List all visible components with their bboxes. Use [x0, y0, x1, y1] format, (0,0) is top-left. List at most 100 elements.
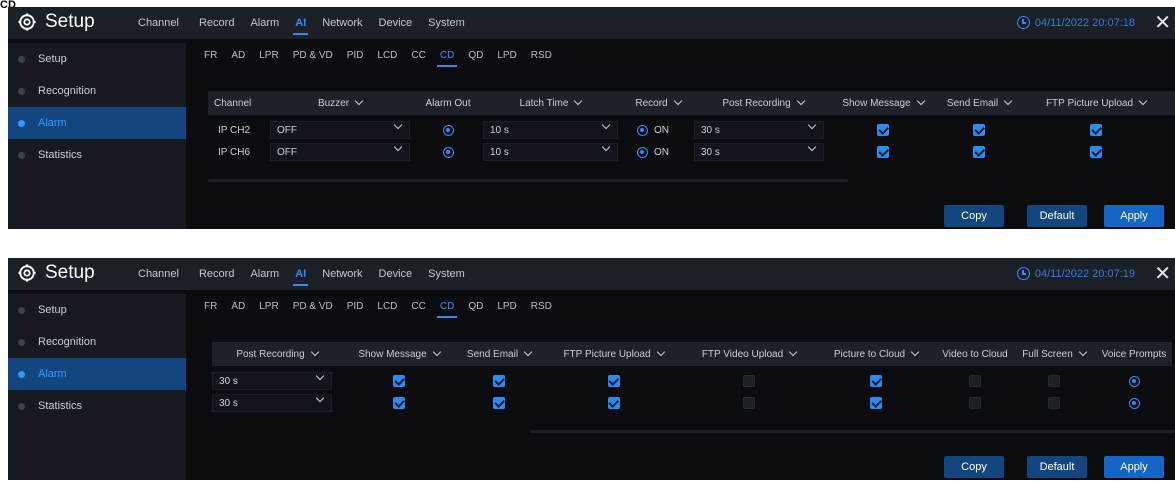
- nav-channel[interactable]: Channel: [138, 7, 179, 39]
- sidebar-item-recognition[interactable]: Recognition: [8, 326, 186, 358]
- col-buzzer[interactable]: Buzzer: [270, 91, 410, 115]
- tab-lpr[interactable]: LPR: [259, 43, 278, 69]
- ftp-picture-cell[interactable]: [546, 370, 681, 392]
- tab-cc[interactable]: CC: [411, 43, 425, 69]
- radio-icon[interactable]: [442, 124, 454, 136]
- checkbox-icon[interactable]: [870, 397, 882, 409]
- alarm-out-cell[interactable]: [418, 141, 478, 163]
- show-message-cell[interactable]: [833, 141, 933, 163]
- col-post-recording[interactable]: Post Recording: [698, 91, 828, 115]
- tab-pd-vd[interactable]: PD & VD: [293, 294, 333, 320]
- col-latch-time[interactable]: Latch Time: [483, 91, 618, 115]
- video-cloud-cell[interactable]: [938, 392, 1012, 414]
- nav-channel[interactable]: Channel: [138, 258, 179, 290]
- tab-cc[interactable]: CC: [411, 294, 425, 320]
- horizontal-scrollbar[interactable]: [208, 179, 848, 182]
- picture-cloud-cell[interactable]: [817, 392, 935, 414]
- sidebar-item-setup[interactable]: Setup: [8, 294, 186, 326]
- checkbox-icon[interactable]: [877, 124, 889, 136]
- send-email-cell[interactable]: [456, 392, 542, 414]
- tab-qd[interactable]: QD: [468, 294, 483, 320]
- radio-icon[interactable]: [1128, 375, 1140, 387]
- tab-rsd[interactable]: RSD: [531, 294, 552, 320]
- checkbox-icon[interactable]: [493, 397, 505, 409]
- ftp-picture-cell[interactable]: [546, 392, 681, 414]
- record-cell[interactable]: ON: [623, 141, 683, 163]
- buzzer-select[interactable]: OFF: [270, 120, 410, 139]
- send-email-cell[interactable]: [456, 370, 542, 392]
- tab-pid[interactable]: PID: [347, 294, 364, 320]
- radio-icon[interactable]: [637, 146, 648, 158]
- checkbox-icon[interactable]: [1090, 146, 1102, 158]
- nav-ai[interactable]: AI: [293, 258, 309, 290]
- ftp-picture-cell[interactable]: [1026, 119, 1166, 141]
- tab-pd-vd[interactable]: PD & VD: [293, 43, 333, 69]
- post-recording-select[interactable]: 30 s: [694, 120, 824, 139]
- col-show-message[interactable]: Show Message: [347, 342, 451, 366]
- tab-lcd[interactable]: LCD: [377, 43, 397, 69]
- send-email-cell[interactable]: [936, 119, 1022, 141]
- show-message-cell[interactable]: [347, 370, 451, 392]
- sidebar-item-alarm[interactable]: Alarm: [8, 107, 186, 139]
- sidebar-item-alarm[interactable]: Alarm: [8, 358, 186, 390]
- tab-fr[interactable]: FR: [204, 43, 217, 69]
- send-email-cell[interactable]: [936, 141, 1022, 163]
- radio-icon[interactable]: [1128, 397, 1140, 409]
- checkbox-icon[interactable]: [973, 146, 985, 158]
- buzzer-select[interactable]: OFF: [270, 142, 410, 161]
- alarm-out-cell[interactable]: [418, 119, 478, 141]
- checkbox-icon[interactable]: [877, 146, 889, 158]
- tab-lpr[interactable]: LPR: [259, 294, 278, 320]
- copy-button[interactable]: Copy: [944, 205, 1004, 227]
- checkbox-icon[interactable]: [1048, 375, 1060, 387]
- record-cell[interactable]: ON: [623, 119, 683, 141]
- checkbox-icon[interactable]: [393, 375, 405, 387]
- radio-icon[interactable]: [442, 146, 454, 158]
- close-icon[interactable]: ✕: [1154, 10, 1171, 35]
- tab-lpd[interactable]: LPD: [497, 43, 516, 69]
- nav-network[interactable]: Network: [322, 258, 362, 290]
- col-picture-to-cloud[interactable]: Picture to Cloud: [817, 342, 935, 366]
- picture-cloud-cell[interactable]: [817, 370, 935, 392]
- sidebar-item-setup[interactable]: Setup: [8, 43, 186, 75]
- post-recording-select[interactable]: 30 s: [212, 371, 332, 390]
- nav-system[interactable]: System: [428, 7, 465, 39]
- video-cloud-cell[interactable]: [938, 370, 1012, 392]
- copy-button[interactable]: Copy: [944, 456, 1004, 478]
- voice-prompts-cell[interactable]: [1096, 370, 1172, 392]
- show-message-cell[interactable]: [347, 392, 451, 414]
- checkbox-icon[interactable]: [969, 397, 981, 409]
- checkbox-icon[interactable]: [743, 375, 755, 387]
- checkbox-icon[interactable]: [393, 397, 405, 409]
- post-recording-select[interactable]: 30 s: [212, 393, 332, 412]
- checkbox-icon[interactable]: [607, 397, 620, 409]
- default-button[interactable]: Default: [1027, 205, 1087, 227]
- full-screen-cell[interactable]: [1014, 370, 1094, 392]
- checkbox-icon[interactable]: [493, 375, 505, 387]
- post-recording-select[interactable]: 30 s: [694, 142, 824, 161]
- radio-icon[interactable]: [637, 124, 648, 136]
- col-post-recording[interactable]: Post Recording: [212, 342, 342, 366]
- nav-alarm[interactable]: Alarm: [250, 258, 279, 290]
- tab-fr[interactable]: FR: [204, 294, 217, 320]
- tab-lcd[interactable]: LCD: [377, 294, 397, 320]
- tab-ad[interactable]: AD: [231, 43, 245, 69]
- nav-ai[interactable]: AI: [293, 7, 309, 39]
- tab-lpd[interactable]: LPD: [497, 294, 516, 320]
- ftp-video-cell[interactable]: [686, 370, 812, 392]
- ftp-picture-cell[interactable]: [1026, 141, 1166, 163]
- default-button[interactable]: Default: [1027, 456, 1087, 478]
- tab-cd[interactable]: CD: [436, 43, 458, 69]
- checkbox-icon[interactable]: [743, 397, 755, 409]
- nav-system[interactable]: System: [428, 258, 465, 290]
- sidebar-item-statistics[interactable]: Statistics: [8, 139, 186, 171]
- latch-time-select[interactable]: 10 s: [483, 120, 618, 139]
- nav-device[interactable]: Device: [379, 258, 413, 290]
- checkbox-icon[interactable]: [969, 375, 981, 387]
- col-ftp-picture-upload[interactable]: FTP Picture Upload: [546, 342, 681, 366]
- checkbox-icon[interactable]: [607, 375, 620, 387]
- close-icon[interactable]: ✕: [1154, 261, 1171, 286]
- col-show-message[interactable]: Show Message: [833, 91, 933, 115]
- sidebar-item-recognition[interactable]: Recognition: [8, 75, 186, 107]
- col-send-email[interactable]: Send Email: [456, 342, 542, 366]
